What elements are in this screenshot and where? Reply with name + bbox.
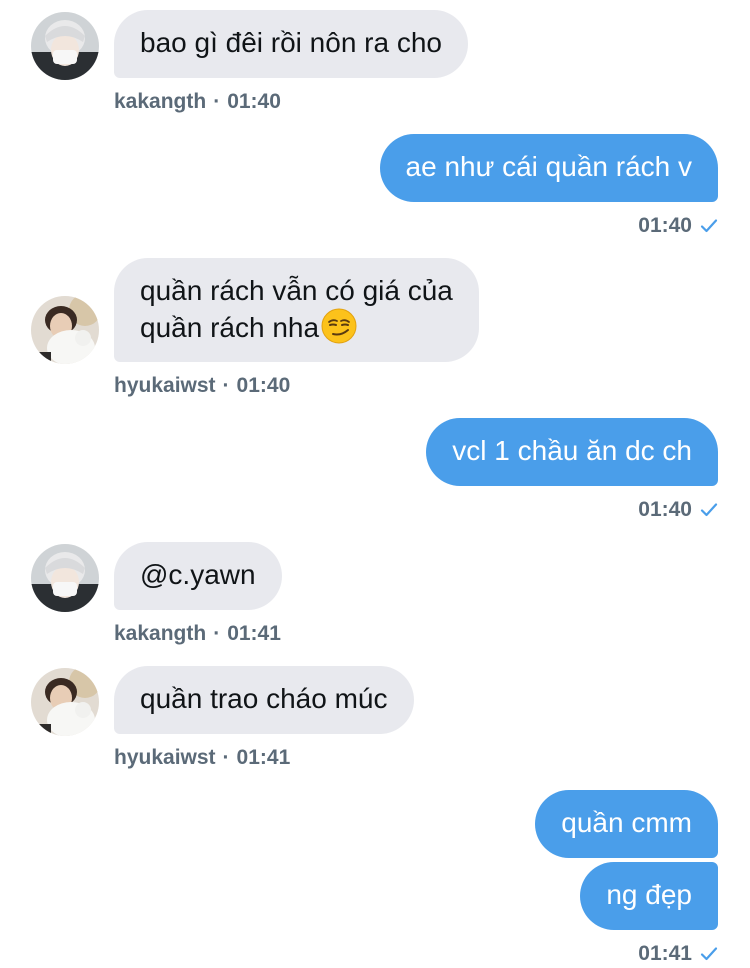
separator: · bbox=[213, 622, 221, 645]
message-text-line: quần rách nha bbox=[140, 312, 320, 343]
message-bubble[interactable]: quần rách vẫn có giá của quần rách nha bbox=[114, 258, 479, 362]
message-text-line: quần rách vẫn có giá của bbox=[140, 275, 453, 306]
avatar-hyukaiwst[interactable] bbox=[31, 668, 99, 736]
avatar-hyukaiwst[interactable] bbox=[31, 296, 99, 364]
message-bubble[interactable]: vcl 1 chầu ăn dc ch bbox=[426, 418, 718, 486]
message-text: @c.yawn bbox=[140, 559, 256, 590]
message-bubble[interactable]: @c.yawn bbox=[114, 542, 282, 610]
message-meta: 01:41 bbox=[638, 942, 718, 968]
checkmark-icon bbox=[700, 500, 718, 524]
avatar-kakangth[interactable] bbox=[31, 12, 99, 80]
message-text: vcl 1 chầu ăn dc ch bbox=[452, 435, 692, 466]
checkmark-icon bbox=[700, 216, 718, 240]
sender-name[interactable]: kakangth bbox=[114, 622, 206, 645]
timestamp: 01:40 bbox=[227, 90, 281, 113]
timestamp: 01:41 bbox=[236, 746, 291, 769]
message-text: bao gì đêi rồi nôn ra cho bbox=[140, 27, 442, 58]
sender-name[interactable]: hyukaiwst bbox=[114, 374, 216, 397]
separator: · bbox=[222, 746, 230, 769]
separator: · bbox=[213, 90, 221, 113]
message-meta: hyukaiwst · 01:40 bbox=[114, 374, 290, 398]
message-bubble[interactable]: quần trao cháo múc bbox=[114, 666, 414, 734]
message-bubble[interactable]: quần cmm bbox=[535, 790, 718, 858]
message-text: quần cmm bbox=[561, 807, 692, 838]
message-text: ng đẹp bbox=[606, 879, 692, 910]
message-meta: 01:40 bbox=[638, 498, 718, 524]
message-text: ae như cái quần rách v bbox=[405, 151, 692, 182]
avatar-kakangth[interactable] bbox=[31, 544, 99, 612]
sender-name[interactable]: kakangth bbox=[114, 90, 206, 113]
timestamp: 01:40 bbox=[236, 374, 291, 397]
message-bubble[interactable]: ng đẹp bbox=[580, 862, 718, 930]
separator: · bbox=[222, 374, 230, 397]
sender-name[interactable]: hyukaiwst bbox=[114, 746, 216, 769]
timestamp: 01:40 bbox=[638, 498, 692, 521]
checkmark-icon bbox=[700, 944, 718, 968]
message-meta: 01:40 bbox=[638, 214, 718, 240]
message-bubble[interactable]: bao gì đêi rồi nôn ra cho bbox=[114, 10, 468, 78]
timestamp: 01:40 bbox=[638, 214, 692, 237]
message-bubble[interactable]: ae như cái quần rách v bbox=[379, 134, 718, 202]
message-meta: kakangth · 01:40 bbox=[114, 90, 281, 114]
timestamp: 01:41 bbox=[227, 622, 281, 645]
message-meta: kakangth · 01:41 bbox=[114, 622, 281, 646]
smirking-face-icon bbox=[321, 308, 357, 352]
timestamp: 01:41 bbox=[638, 942, 692, 965]
message-text: quần trao cháo múc bbox=[140, 683, 388, 714]
message-meta: hyukaiwst · 01:41 bbox=[114, 746, 290, 770]
